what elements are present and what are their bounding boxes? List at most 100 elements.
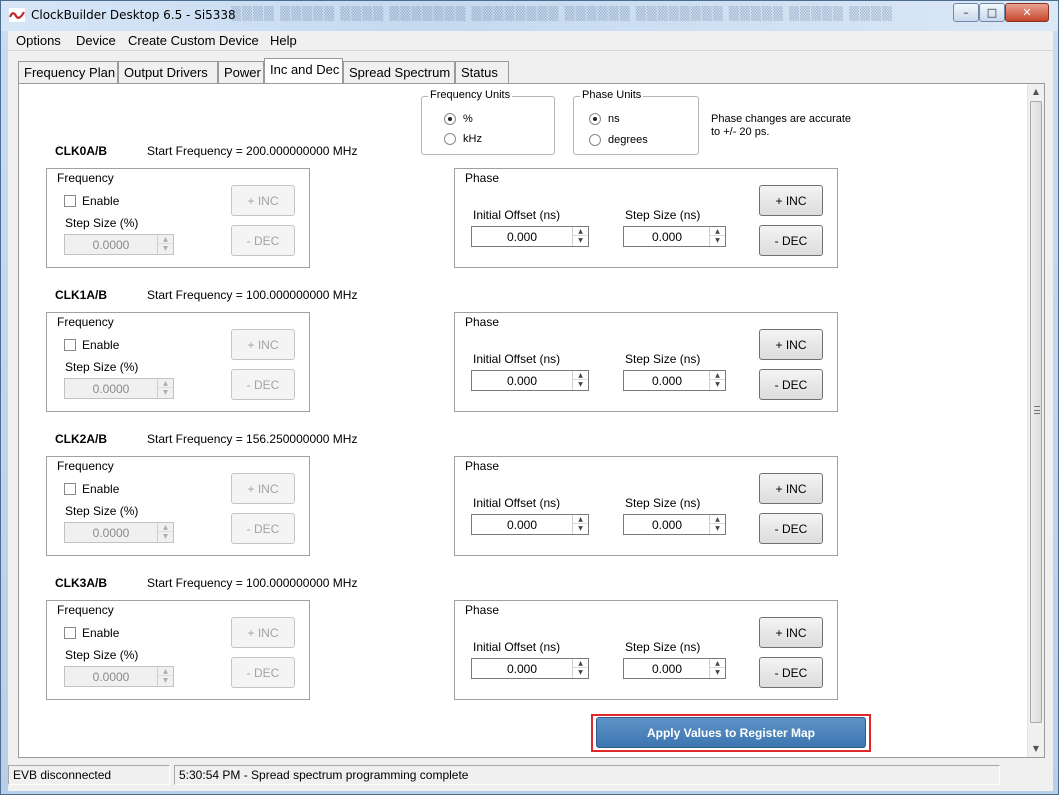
enable-label: Enable [82,482,120,496]
spin-up-icon[interactable]: ▲ [158,667,173,676]
spin-up-icon[interactable]: ▲ [573,371,588,380]
phase-inc-button[interactable]: + INC [759,185,823,216]
spin-buttons: ▲ ▼ [157,379,173,398]
spin-up-icon[interactable]: ▲ [710,659,725,668]
phase-dec-button[interactable]: - DEC [759,657,823,688]
tab-frequency-plan[interactable]: Frequency Plan [18,61,118,83]
frequency-step-value: 0.0000 [92,382,130,396]
frequency-dec-button[interactable]: - DEC [231,657,295,688]
frequency-inc-button[interactable]: + INC [231,185,295,216]
phase-step-input[interactable]: 0.000 ▲ ▼ [623,370,726,391]
frequency-units-khz-option[interactable]: kHz [444,133,482,145]
initial-offset-input[interactable]: 0.000 ▲ ▼ [471,226,589,247]
enable-checkbox-row[interactable]: Enable [64,194,119,208]
menu-help[interactable]: Help [270,33,297,48]
initial-offset-input[interactable]: 0.000 ▲ ▼ [471,658,589,679]
spin-down-icon[interactable]: ▼ [710,236,725,245]
spin-up-icon[interactable]: ▲ [573,227,588,236]
minimize-button[interactable]: – [953,3,979,22]
frequency-dec-button[interactable]: - DEC [231,513,295,544]
phase-dec-button[interactable]: - DEC [759,225,823,256]
menu-options[interactable]: Options [16,33,61,48]
close-button[interactable]: ✕ [1005,3,1049,22]
radio-button[interactable] [589,113,601,125]
enable-checkbox[interactable] [64,483,76,495]
enable-checkbox-row[interactable]: Enable [64,482,119,496]
tab-spread-spectrum[interactable]: Spread Spectrum [343,61,455,83]
frequency-inc-button[interactable]: + INC [231,617,295,648]
spin-down-icon[interactable]: ▼ [573,236,588,245]
spin-up-icon[interactable]: ▲ [158,379,173,388]
phase-inc-button[interactable]: + INC [759,473,823,504]
title-bar[interactable]: ClockBuilder Desktop 6.5 - Si5338 ▒▒▒▒ ▒… [1,1,1058,31]
radio-button[interactable] [444,133,456,145]
spin-down-icon[interactable]: ▼ [158,532,173,541]
frequency-inc-button[interactable]: + INC [231,473,295,504]
phase-step-input[interactable]: 0.000 ▲ ▼ [623,514,726,535]
enable-checkbox-row[interactable]: Enable [64,338,119,352]
spin-down-icon[interactable]: ▼ [710,668,725,677]
phase-step-size-label: Step Size (ns) [625,352,701,366]
menu-create-custom-device[interactable]: Create Custom Device [128,33,259,48]
spin-up-icon[interactable]: ▲ [573,659,588,668]
spin-down-icon[interactable]: ▼ [573,380,588,389]
window-title: ClockBuilder Desktop 6.5 - Si5338 [31,8,236,22]
enable-checkbox[interactable] [64,195,76,207]
phase-inc-button[interactable]: + INC [759,329,823,360]
spin-up-icon[interactable]: ▲ [573,515,588,524]
frequency-step-input[interactable]: 0.0000 ▲ ▼ [64,378,174,399]
phase-units-degrees-option[interactable]: degrees [589,134,648,146]
menu-bar: Options Device Create Custom Device Help [8,31,1053,51]
enable-checkbox-row[interactable]: Enable [64,626,119,640]
enable-checkbox[interactable] [64,339,76,351]
frequency-step-input[interactable]: 0.0000 ▲ ▼ [64,522,174,543]
frequency-step-input[interactable]: 0.0000 ▲ ▼ [64,234,174,255]
frequency-step-value: 0.0000 [92,670,130,684]
radio-button[interactable] [589,134,601,146]
radio-label: kHz [463,133,482,145]
spin-up-icon[interactable]: ▲ [158,235,173,244]
frequency-group-title: Frequency [57,459,114,473]
maximize-button[interactable]: □ [979,3,1005,22]
spin-down-icon[interactable]: ▼ [710,524,725,533]
vertical-scrollbar[interactable]: ▲ ▼ [1027,84,1044,757]
frequency-dec-button[interactable]: - DEC [231,225,295,256]
tab-output-drivers[interactable]: Output Drivers [118,61,218,83]
apply-values-button[interactable]: Apply Values to Register Map [596,717,866,748]
menu-device[interactable]: Device [76,33,116,48]
radio-button[interactable] [444,113,456,125]
spin-up-icon[interactable]: ▲ [158,523,173,532]
chevron-up-icon[interactable]: ▲ [1028,84,1044,100]
frequency-dec-button[interactable]: - DEC [231,369,295,400]
scrollbar-thumb[interactable] [1030,101,1042,723]
enable-checkbox[interactable] [64,627,76,639]
frequency-step-input[interactable]: 0.0000 ▲ ▼ [64,666,174,687]
step-size-label: Step Size (%) [65,216,139,230]
spin-up-icon[interactable]: ▲ [710,371,725,380]
phase-step-input[interactable]: 0.000 ▲ ▼ [623,658,726,679]
phase-step-size-label: Step Size (ns) [625,496,701,510]
tab-power[interactable]: Power [218,61,264,83]
phase-units-ns-option[interactable]: ns [589,113,620,125]
phase-dec-button[interactable]: - DEC [759,513,823,544]
phase-dec-button[interactable]: - DEC [759,369,823,400]
initial-offset-input[interactable]: 0.000 ▲ ▼ [471,370,589,391]
spin-down-icon[interactable]: ▼ [710,380,725,389]
tab-status[interactable]: Status [455,61,509,83]
spin-down-icon[interactable]: ▼ [158,676,173,685]
chevron-down-icon[interactable]: ▼ [1028,741,1044,757]
frequency-inc-button[interactable]: + INC [231,329,295,360]
phase-inc-button[interactable]: + INC [759,617,823,648]
spin-down-icon[interactable]: ▼ [158,388,173,397]
tab-inc-and-dec[interactable]: Inc and Dec [264,58,343,83]
phase-step-input[interactable]: 0.000 ▲ ▼ [623,226,726,247]
spin-up-icon[interactable]: ▲ [710,515,725,524]
spin-down-icon[interactable]: ▼ [573,668,588,677]
phase-step-value: 0.000 [651,374,683,388]
phase-accuracy-note: Phase changes are accurate to +/- 20 ps. [711,113,852,138]
spin-up-icon[interactable]: ▲ [710,227,725,236]
frequency-units-percent-option[interactable]: % [444,113,473,125]
spin-down-icon[interactable]: ▼ [573,524,588,533]
spin-down-icon[interactable]: ▼ [158,244,173,253]
initial-offset-input[interactable]: 0.000 ▲ ▼ [471,514,589,535]
